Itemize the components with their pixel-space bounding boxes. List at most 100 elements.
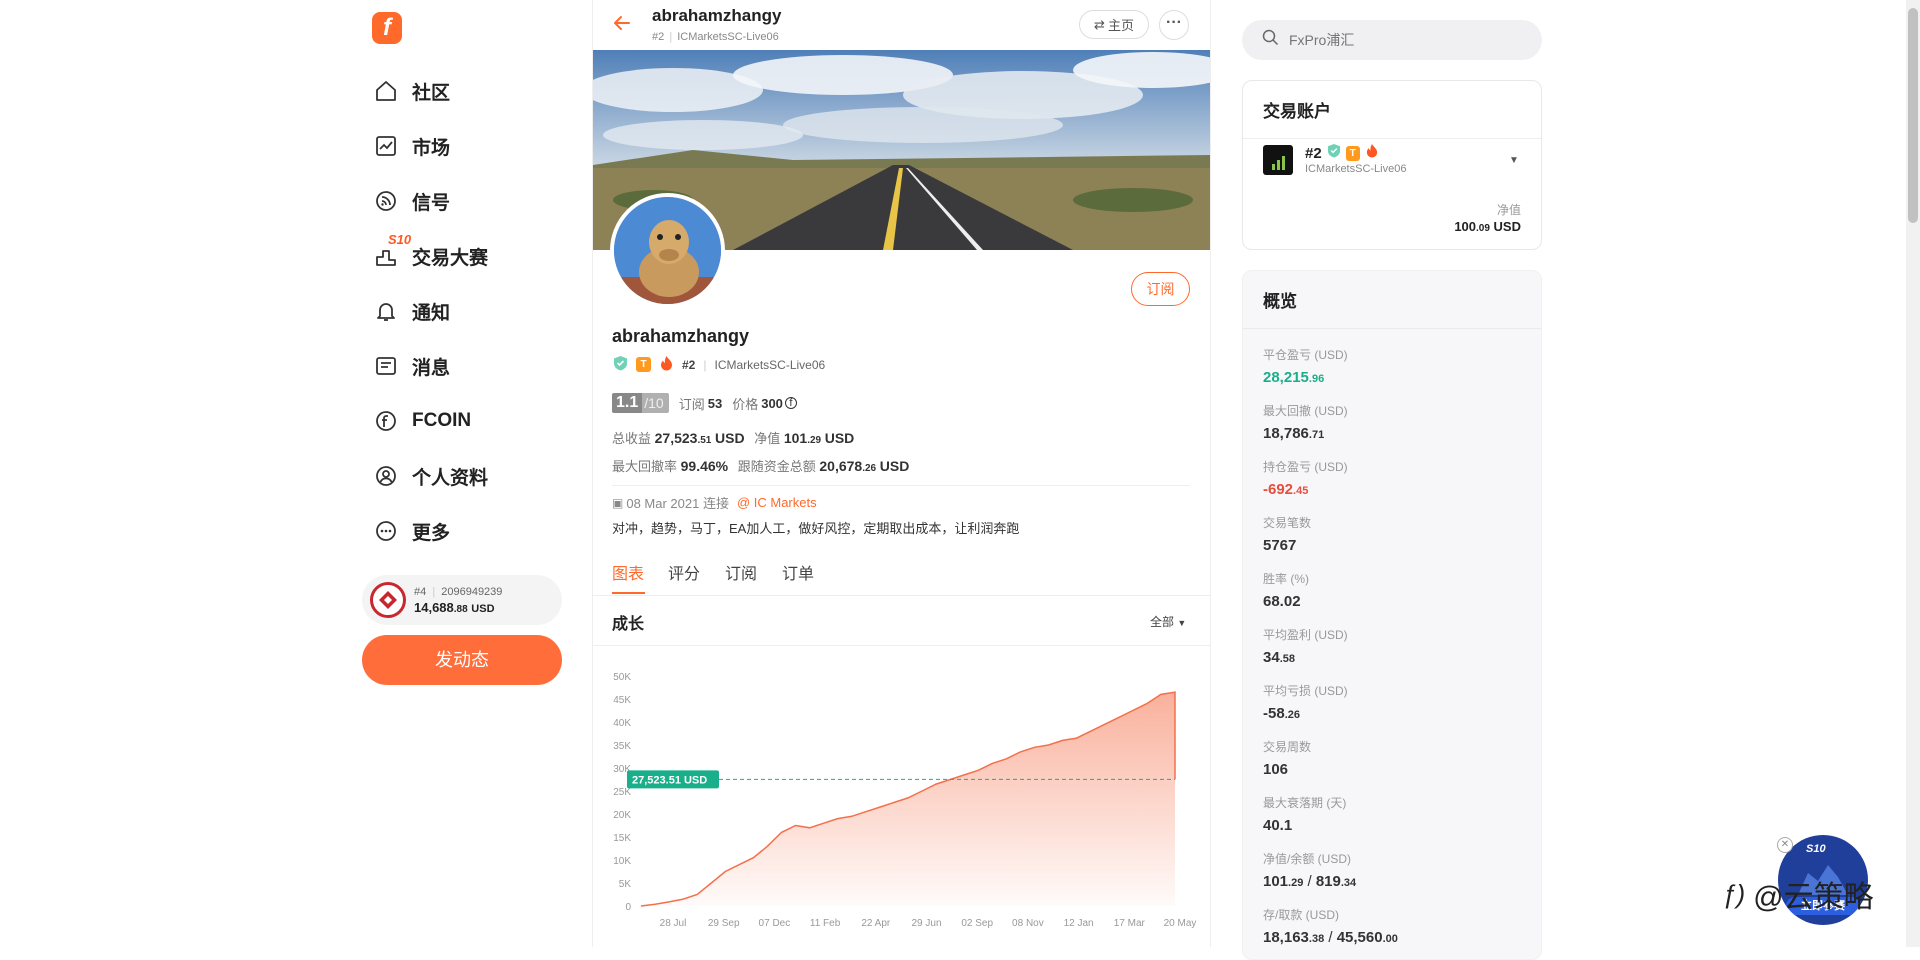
stat-value-decimals: .29: [1288, 877, 1304, 889]
stat-value: 5767: [1263, 537, 1297, 554]
calendar-icon: ▣: [612, 495, 624, 510]
profile-rank: #2: [682, 357, 696, 372]
price-label: 价格: [732, 396, 759, 412]
sidebar-item-label: 个人资料: [412, 467, 489, 489]
x-tick-label: 29 Jun: [911, 918, 941, 929]
search-input[interactable]: [1289, 32, 1509, 48]
sidebar-item-0[interactable]: 社区: [372, 71, 450, 111]
more-options-icon[interactable]: ···: [1159, 10, 1189, 40]
trade-account-equity-unit: USD: [1493, 219, 1521, 234]
current-account-card[interactable]: #4 | 2096949239 14,688.88 USD: [362, 575, 562, 625]
header-username: abrahamzhangy: [652, 6, 782, 25]
follow-funds-unit: USD: [879, 458, 910, 474]
subs-count: 53: [707, 395, 723, 411]
max-drawdown-label: 最大回撤率: [612, 459, 678, 474]
x-tick-label: 02 Sep: [961, 918, 993, 929]
overview-stat: 最大衰落期 (天) 40.1: [1263, 794, 1346, 834]
sidebar-item-label: 更多: [412, 522, 451, 544]
stat-label: 存/取款 (USD): [1263, 908, 1339, 922]
overview-stat: 存/取款 (USD) 18,163.38 / 45,560.00: [1263, 906, 1398, 946]
stat-value: -58: [1263, 705, 1285, 722]
growth-chart: 05K10K15K20K25K30K35K40K45K50K 28 Jul 29 …: [613, 672, 1197, 929]
stat-label: 胜率 (%): [1263, 572, 1309, 586]
icmarkets-logo: [1263, 145, 1293, 175]
equity-value: 101: [783, 430, 808, 446]
stat-value: 101: [1263, 873, 1289, 890]
y-tick-label: 0: [625, 902, 631, 913]
account-id: 2096949239: [441, 585, 503, 598]
stat-label: 交易笔数: [1263, 516, 1312, 530]
stat-value-decimals: .45: [1293, 485, 1309, 497]
fire-badge-icon: [659, 355, 674, 374]
x-tick-label: 20 May: [1164, 918, 1197, 929]
growth-title: 成长: [612, 616, 645, 633]
trade-account-equity-decimals: .09: [1476, 223, 1490, 234]
period-filter-label: 全部: [1150, 615, 1175, 629]
trade-account-title: 交易账户: [1243, 81, 1541, 139]
equity-unit: USD: [824, 430, 855, 446]
sidebar-item-8[interactable]: 更多: [372, 511, 450, 551]
tab-subscription[interactable]: 订阅: [725, 560, 757, 584]
sidebar-item-4[interactable]: 通知: [372, 291, 450, 331]
account-balance-decimals: .88: [453, 603, 468, 615]
growth-area: [641, 692, 1175, 906]
back-arrow-icon[interactable]: [612, 13, 632, 38]
page-scrollbar-thumb[interactable]: [1908, 8, 1918, 223]
overview-title: 概览: [1243, 271, 1541, 329]
header-server: ICMarketsSC-Live06: [677, 31, 779, 43]
stat-value: 28,215: [1263, 369, 1309, 386]
overview-stat: 净值/余额 (USD) 101.29 / 819.34: [1263, 850, 1356, 890]
home-button[interactable]: ⇄ 主页: [1079, 10, 1149, 39]
stat-label: 最大回撤 (USD): [1263, 404, 1348, 418]
home-icon: [372, 77, 400, 105]
sidebar-item-2[interactable]: 信号: [372, 181, 450, 221]
broker-link[interactable]: @ IC Markets: [737, 495, 817, 510]
fxchat-logo[interactable]: f: [372, 12, 402, 44]
follow-funds-label: 跟随资金总额: [737, 459, 816, 474]
stat-value-decimals: .96: [1308, 373, 1325, 385]
sidebar-item-label: 交易大赛: [412, 247, 489, 269]
profile-avatar[interactable]: [610, 193, 725, 308]
tab-rating[interactable]: 评分: [668, 560, 700, 584]
sidebar-item-1[interactable]: 市场: [372, 126, 450, 166]
account-dropdown-icon[interactable]: ▼: [1509, 155, 1519, 166]
overview-stat: 平均亏损 (USD) -58.26: [1263, 682, 1348, 722]
stat-label: 交易周数: [1263, 740, 1312, 754]
sidebar-item-label: 通知: [412, 302, 451, 324]
tab-chart[interactable]: 图表: [612, 560, 644, 584]
x-tick-label: 12 Jan: [1064, 918, 1094, 929]
sidebar-item-label: 市场: [412, 137, 451, 159]
trade-account-card: 交易账户 #2 T ICMarketsSC-Live06 ▼ 净值 100.09…: [1242, 80, 1542, 250]
verified-shield-icon: [1327, 143, 1341, 163]
divider: [612, 485, 1190, 486]
fcoin-icon: f: [784, 397, 797, 409]
period-filter-dropdown[interactable]: 全部 ▼: [1150, 613, 1186, 630]
subscribe-button[interactable]: 订阅: [1131, 272, 1190, 306]
overview-stat: 平均盈利 (USD) 34.58: [1263, 626, 1348, 666]
y-tick-label: 40K: [613, 718, 631, 729]
sidebar-item-label: 信号: [412, 192, 451, 214]
x-tick-label: 08 Nov: [1012, 918, 1044, 929]
equity-decimals: .29: [807, 435, 822, 446]
header-rank: #2: [652, 31, 665, 43]
search-bar[interactable]: [1242, 20, 1542, 60]
close-icon[interactable]: ✕: [1777, 837, 1793, 853]
account-balance: 14,688: [414, 599, 454, 615]
profile-username: abrahamzhangy: [612, 326, 750, 346]
tabs-divider: [593, 595, 1210, 596]
sidebar-item-6[interactable]: FCOIN: [372, 401, 471, 441]
sidebar-item-7[interactable]: 个人资料: [372, 456, 488, 496]
tab-orders[interactable]: 订单: [782, 560, 814, 584]
stat-value-2-decimals: .00: [1382, 933, 1398, 945]
trade-account-rank: #2: [1305, 144, 1322, 162]
overview-stat: 交易周数 106: [1263, 738, 1311, 778]
stat-value: 68.02: [1263, 593, 1301, 610]
fx-watermark-icon: ƒ): [1722, 878, 1746, 909]
stat-value: 18,163: [1263, 929, 1309, 946]
swap-icon: ⇄: [1094, 16, 1105, 32]
current-value-label: 27,523.51 USD: [632, 774, 707, 786]
trader-tag-icon: T: [636, 357, 651, 372]
profile-bio: 对冲，趋势，马丁，EA加人工，做好风控，定期取出成本，让利润奔跑: [612, 521, 1020, 536]
post-status-button[interactable]: 发动态: [362, 635, 562, 685]
sidebar-item-5[interactable]: 消息: [372, 346, 450, 386]
